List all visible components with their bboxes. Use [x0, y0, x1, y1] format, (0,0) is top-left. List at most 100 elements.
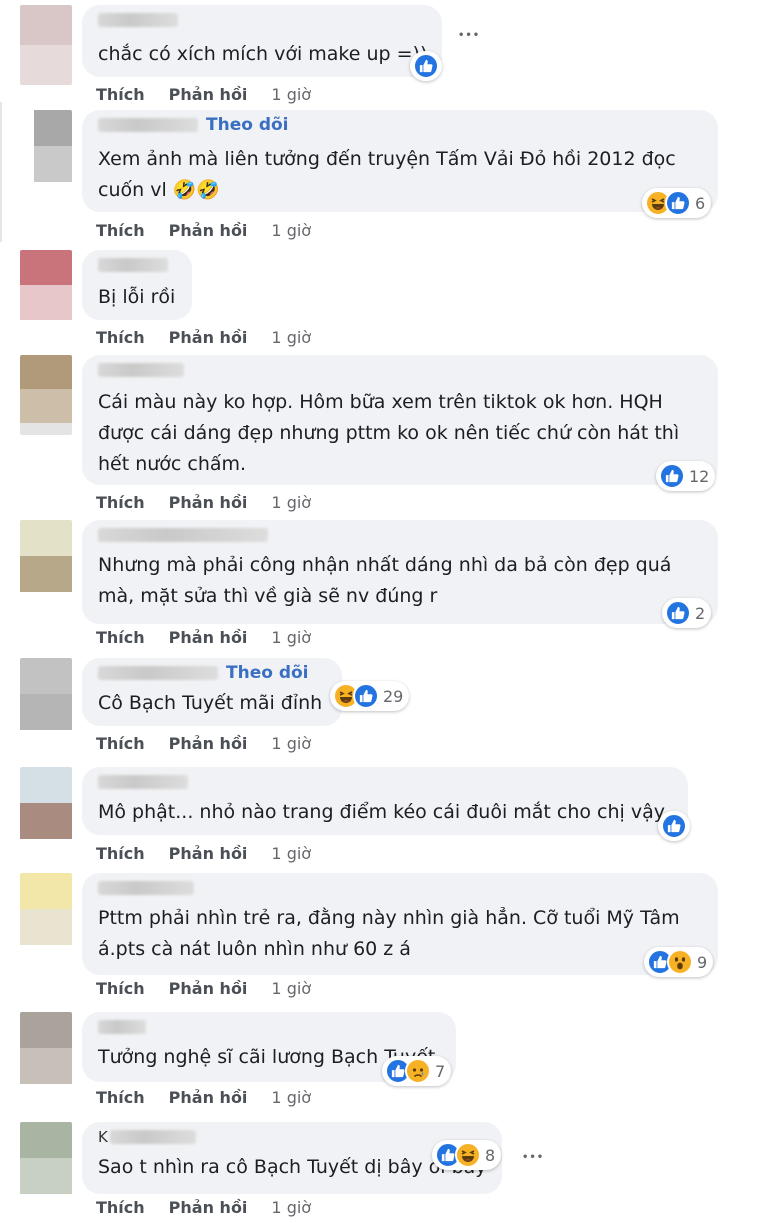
author-name[interactable] — [98, 256, 168, 272]
like-action[interactable]: Thích — [96, 221, 145, 240]
author-name-redacted — [98, 666, 218, 680]
comment-bubble: Mô phật... nhỏ nào trang điểm kéo cái đu… — [82, 767, 688, 835]
author-name[interactable] — [98, 11, 178, 27]
comment-feed: chắc có xích mích với make up =)) Thích Ph… — [0, 0, 780, 1223]
reaction-summary[interactable] — [410, 51, 442, 81]
like-reaction-icon — [353, 683, 379, 709]
reply-action[interactable]: Phản hồi — [169, 85, 248, 104]
author-name-redacted — [109, 1130, 196, 1144]
like-reaction-icon — [661, 813, 687, 839]
reply-action[interactable]: Phản hồi — [169, 328, 248, 347]
avatar[interactable] — [20, 1012, 72, 1092]
avatar[interactable] — [20, 873, 72, 953]
avatar[interactable] — [20, 355, 72, 435]
like-action[interactable]: Thích — [96, 493, 145, 512]
timestamp[interactable]: 1 giờ — [271, 844, 311, 863]
author-name[interactable]: K — [98, 1128, 196, 1146]
reaction-summary[interactable]: 29 — [330, 681, 410, 711]
comment-bubble: chắc có xích mích với make up =)) — [82, 5, 442, 77]
reaction-count: 9 — [697, 952, 708, 972]
follow-link[interactable]: Theo dõi — [206, 115, 289, 135]
wow-reaction-icon — [667, 949, 693, 975]
author-name-redacted — [98, 13, 178, 27]
author-name[interactable] — [98, 361, 184, 377]
reaction-count: 8 — [485, 1145, 496, 1165]
reply-action[interactable]: Phản hồi — [169, 1198, 248, 1217]
comment-actions: Thích Phản hồi 1 giờ — [96, 1088, 335, 1108]
like-action[interactable]: Thích — [96, 628, 145, 647]
author-name-redacted — [98, 118, 198, 132]
reply-action[interactable]: Phản hồi — [169, 734, 248, 753]
like-reaction-icon — [665, 190, 691, 216]
reply-action[interactable]: Phản hồi — [169, 844, 248, 863]
more-options-icon[interactable]: ••• — [522, 1152, 544, 1163]
comment-actions: Thích Phản hồi 1 giờ — [96, 628, 335, 648]
timestamp[interactable]: 1 giờ — [271, 85, 311, 104]
reaction-summary[interactable] — [658, 811, 690, 841]
comment-bubble: Bị lỗi rồi — [82, 250, 192, 320]
reaction-summary[interactable]: 9 — [644, 947, 714, 977]
more-options-icon[interactable]: ••• — [458, 30, 480, 41]
like-action[interactable]: Thích — [96, 85, 145, 104]
author-name-redacted — [98, 881, 194, 895]
avatar[interactable] — [20, 110, 72, 190]
like-action[interactable]: Thích — [96, 734, 145, 753]
like-reaction-icon — [665, 600, 691, 626]
author-name-redacted — [98, 363, 184, 377]
author-name[interactable] — [98, 773, 188, 789]
timestamp[interactable]: 1 giờ — [271, 221, 311, 240]
reply-action[interactable]: Phản hồi — [169, 628, 248, 647]
author-name[interactable] — [98, 879, 194, 895]
timestamp[interactable]: 1 giờ — [271, 734, 311, 753]
like-reaction-icon — [413, 53, 439, 79]
like-action[interactable]: Thích — [96, 844, 145, 863]
sad-reaction-icon — [405, 1058, 431, 1084]
author-name-redacted — [98, 775, 188, 789]
avatar[interactable] — [20, 767, 72, 847]
avatar[interactable] — [20, 250, 72, 330]
like-action[interactable]: Thích — [96, 1088, 145, 1107]
reaction-summary[interactable]: 2 — [662, 598, 712, 628]
avatar[interactable] — [20, 1122, 72, 1202]
reply-action[interactable]: Phản hồi — [169, 221, 248, 240]
author-name-redacted — [98, 258, 168, 272]
comment-text: Nhưng mà phải công nhận nhất dáng nhì da… — [98, 554, 672, 607]
avatar[interactable] — [20, 658, 72, 738]
timestamp[interactable]: 1 giờ — [271, 493, 311, 512]
reply-action[interactable]: Phản hồi — [169, 979, 248, 998]
reaction-count: 6 — [695, 193, 706, 213]
comment-actions: Thích Phản hồi 1 giờ — [96, 493, 335, 513]
timestamp[interactable]: 1 giờ — [271, 1198, 311, 1217]
reply-action[interactable]: Phản hồi — [169, 493, 248, 512]
comment-actions: Thích Phản hồi 1 giờ — [96, 85, 335, 105]
reaction-summary[interactable]: 7 — [382, 1056, 452, 1086]
comment-text: Bị lỗi rồi — [98, 286, 176, 308]
timestamp[interactable]: 1 giờ — [271, 328, 311, 347]
author-name[interactable] — [98, 1018, 146, 1034]
comment-bubble: Nhưng mà phải công nhận nhất dáng nhì da… — [82, 520, 718, 624]
comment-text: Mô phật... nhỏ nào trang điểm kéo cái đu… — [98, 801, 665, 823]
timestamp[interactable]: 1 giờ — [271, 979, 311, 998]
like-action[interactable]: Thích — [96, 1198, 145, 1217]
comment-text: Cô Bạch Tuyết mãi đỉnh — [98, 692, 323, 714]
reaction-summary[interactable]: 8 — [432, 1140, 502, 1170]
timestamp[interactable]: 1 giờ — [271, 1088, 311, 1107]
avatar[interactable] — [20, 5, 72, 85]
like-action[interactable]: Thích — [96, 328, 145, 347]
comment-text: Sao t nhìn ra cô Bạch Tuyết dị bây ơi bâ… — [98, 1156, 487, 1178]
reaction-summary[interactable]: 6 — [642, 188, 712, 218]
avatar[interactable] — [20, 520, 72, 600]
like-action[interactable]: Thích — [96, 979, 145, 998]
timestamp[interactable]: 1 giờ — [271, 628, 311, 647]
author-name-initial: K — [98, 1128, 108, 1146]
author-name[interactable]: Theo dõi — [98, 663, 309, 683]
comment-text: chắc có xích mích với make up =)) — [98, 43, 428, 65]
comment-text: Xem ảnh mà liên tưởng đến truyện Tấm Vải… — [98, 148, 676, 201]
author-name[interactable]: Theo dõi — [98, 115, 289, 135]
author-name[interactable] — [98, 526, 268, 542]
comment-text: Cái màu này ko hợp. Hôm bữa xem trên tik… — [98, 391, 680, 475]
follow-link[interactable]: Theo dõi — [226, 663, 309, 683]
reaction-summary[interactable]: 12 — [656, 461, 716, 491]
comment-actions: Thích Phản hồi 1 giờ — [96, 328, 335, 348]
reply-action[interactable]: Phản hồi — [169, 1088, 248, 1107]
